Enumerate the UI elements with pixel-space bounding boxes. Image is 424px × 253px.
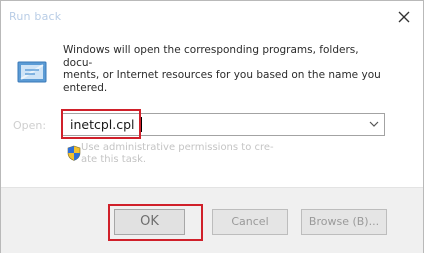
description-line: ments, or Internet resources for you bas… <box>63 69 381 82</box>
browse-button[interactable]: Browse (B)... <box>301 209 387 235</box>
admin-note-line: Use administrative permissions to cre- <box>81 142 274 153</box>
admin-note-line: ate this task. <box>81 154 147 165</box>
description-line: Windows will open the corresponding prog… <box>63 44 359 69</box>
window-title: Run back <box>9 10 62 23</box>
run-command-input[interactable]: inetcpl.cpl <box>62 113 385 136</box>
uac-shield-icon <box>67 145 81 161</box>
dialog-description: Windows will open the corresponding prog… <box>63 44 383 94</box>
text-caret <box>141 117 142 132</box>
ok-button[interactable]: OK <box>114 209 185 235</box>
chevron-down-icon[interactable] <box>368 118 380 130</box>
open-label: Open: <box>13 119 47 132</box>
close-icon[interactable] <box>397 10 411 24</box>
run-icon <box>17 61 47 83</box>
run-command-value[interactable]: inetcpl.cpl <box>70 117 135 132</box>
cancel-button[interactable]: Cancel <box>212 209 288 235</box>
run-dialog: Run back Windows will open the correspon… <box>0 0 424 253</box>
description-line: entered. <box>63 81 108 94</box>
title-bar: Run back <box>1 1 423 33</box>
admin-permission-note: Use administrative permissions to cre- a… <box>81 142 281 166</box>
